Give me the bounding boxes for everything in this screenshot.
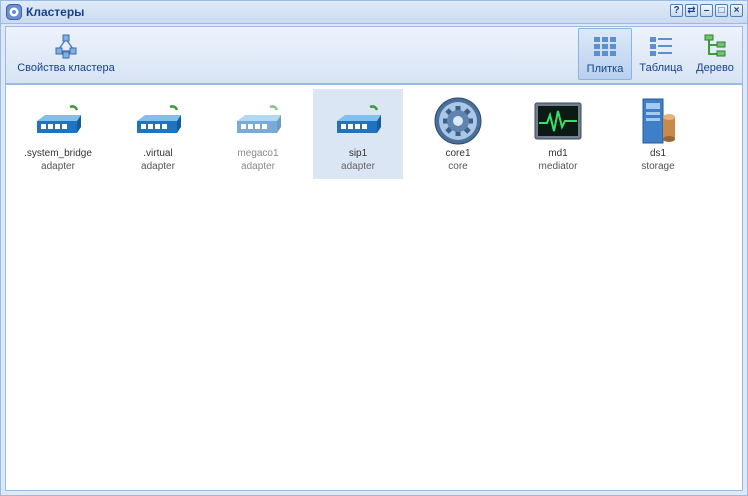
tree-view-icon (704, 34, 726, 57)
close-button[interactable]: × (730, 4, 743, 17)
cluster-name: ds1 (649, 148, 667, 159)
cluster-name: sip1 (348, 148, 368, 159)
cluster-type: adapter (341, 161, 375, 172)
cluster-name: megaco1 (237, 148, 279, 159)
clusters-window: Кластеры ? ⇄ – □ × Свойства кластера Пли… (0, 0, 748, 496)
cluster-properties-button[interactable]: Свойства кластера (12, 28, 120, 80)
cluster-name: .system_bridge (24, 148, 92, 159)
monitor-icon (534, 102, 582, 140)
cluster-tile-md1[interactable]: md1 mediator (513, 89, 603, 179)
cluster-properties-icon (55, 34, 77, 59)
view-tiles-button[interactable]: Плитка (578, 28, 632, 80)
cluster-type: adapter (141, 161, 175, 172)
refresh-button[interactable]: ⇄ (685, 4, 698, 17)
cluster-type: storage (641, 161, 675, 172)
window-titlebar[interactable]: Кластеры ? ⇄ – □ × (1, 1, 747, 24)
cluster-type: adapter (41, 161, 75, 172)
cluster-tile-system-bridge[interactable]: .system_bridge adapter (13, 89, 103, 179)
cluster-name: core1 (445, 148, 471, 159)
adapter-icon (237, 105, 281, 133)
minimize-button[interactable]: – (700, 4, 713, 17)
cluster-type: core (448, 161, 468, 172)
storage-icon (642, 98, 675, 144)
table-view-icon (650, 37, 672, 56)
view-tree-label: Дерево (696, 62, 734, 74)
cluster-tile-sip1[interactable]: sip1 adapter (313, 89, 403, 179)
view-tree-button[interactable]: Дерево (690, 28, 740, 80)
app-logo-icon (6, 4, 22, 20)
tiles-view-icon (594, 37, 616, 56)
help-button[interactable]: ? (670, 4, 683, 17)
toolbar: Свойства кластера Плитка Таблица Дерево (5, 26, 743, 84)
view-table-label: Таблица (639, 62, 683, 74)
adapter-icon (337, 105, 381, 133)
adapter-icon (137, 105, 181, 133)
cluster-tile-ds1[interactable]: ds1 storage (613, 89, 703, 179)
cluster-tile-virtual[interactable]: .virtual adapter (113, 89, 203, 179)
cluster-type: mediator (538, 161, 578, 172)
adapter-icon (37, 105, 81, 133)
clusters-tile-view: .system_bridge adapter .virtual adapter (5, 84, 743, 491)
maximize-button[interactable]: □ (715, 4, 728, 17)
cluster-type: adapter (241, 161, 275, 172)
cluster-name: .virtual (143, 148, 173, 159)
window-controls: ? ⇄ – □ × (670, 4, 743, 17)
cluster-name: md1 (548, 148, 568, 159)
window-title: Кластеры (26, 5, 85, 19)
cluster-tile-core1[interactable]: core1 core (413, 89, 503, 179)
cluster-properties-label: Свойства кластера (17, 62, 115, 74)
gear-icon (434, 97, 482, 145)
cluster-tile-megaco1[interactable]: megaco1 adapter (213, 89, 303, 179)
view-tiles-label: Плитка (586, 63, 624, 75)
view-table-button[interactable]: Таблица (634, 28, 688, 80)
